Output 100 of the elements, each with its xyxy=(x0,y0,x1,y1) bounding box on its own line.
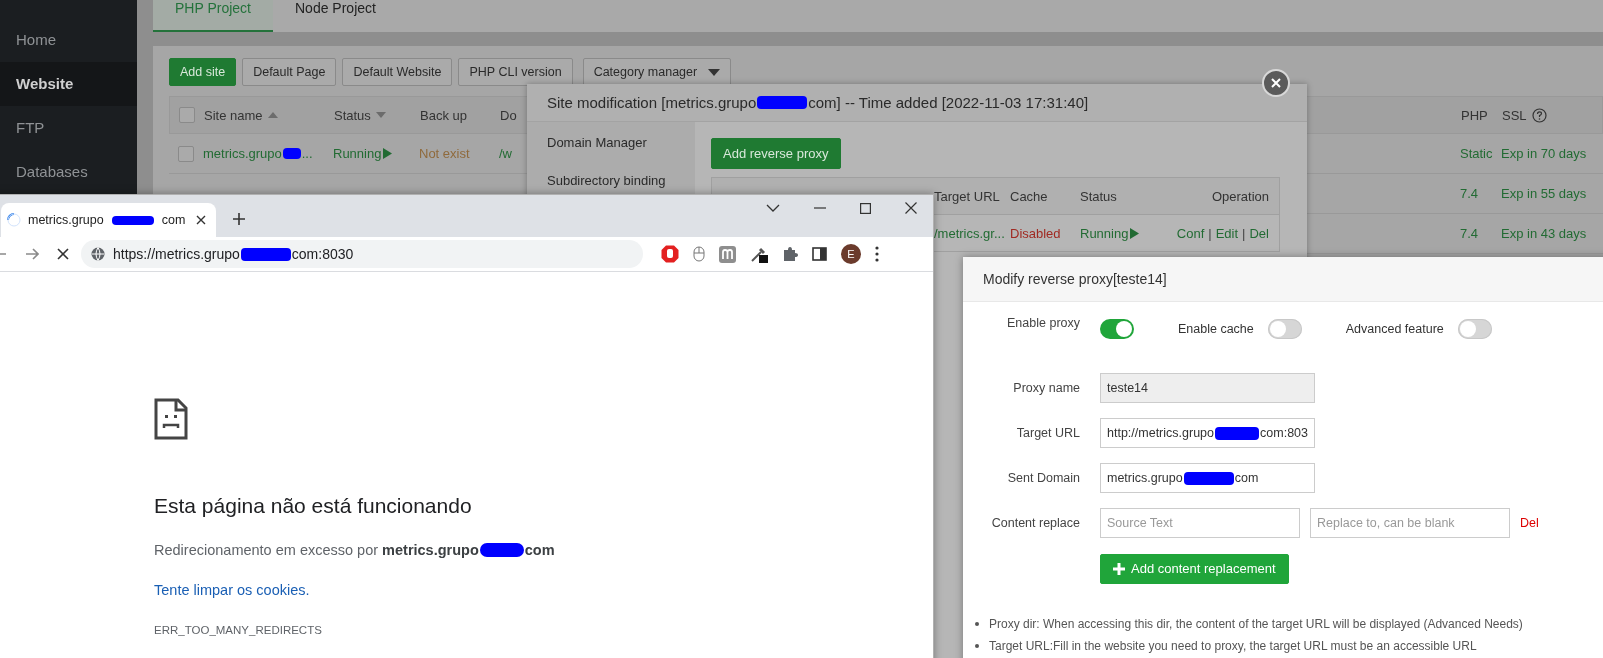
stop-hand-icon xyxy=(661,245,679,263)
column-header: Status xyxy=(1080,188,1117,204)
redaction-mark xyxy=(1183,471,1234,485)
toggle-switch[interactable] xyxy=(1457,319,1492,339)
input-field[interactable]: http://metrics.grupo com:803 xyxy=(1100,418,1315,448)
redaction-mark xyxy=(757,96,808,109)
info-icon xyxy=(91,247,105,261)
close-icon xyxy=(1271,78,1281,88)
help-note: Target URL:Fill in the website you need to proxy, the target URL must be an accessible URL xyxy=(989,639,1477,653)
bullet-icon xyxy=(975,622,979,626)
m-square-icon xyxy=(719,245,736,263)
input-field[interactable]: Source Text xyxy=(1100,508,1300,538)
ssl-link[interactable]: Exp in 70 days xyxy=(1501,146,1587,161)
delete-link[interactable]: Del xyxy=(1520,516,1539,530)
sort-up-icon xyxy=(267,112,278,118)
caret-icon xyxy=(707,68,720,76)
column-header: Back up xyxy=(420,107,467,123)
toggle-label: Enable proxy xyxy=(1006,316,1081,330)
field-label: Target URL xyxy=(1015,426,1081,440)
input-field[interactable]: Replace to, can be blank xyxy=(1310,508,1510,538)
maximize-icon xyxy=(860,202,871,214)
redaction-mark xyxy=(240,247,291,261)
status-link[interactable]: Running xyxy=(1080,225,1140,241)
sort-down-icon xyxy=(375,112,386,118)
cookies-link[interactable]: Tente limpar os cookies. xyxy=(154,582,310,598)
checkbox[interactable] xyxy=(179,107,195,123)
redaction-mark xyxy=(111,215,154,225)
column-header: Site name xyxy=(204,107,263,123)
close-icon xyxy=(196,215,206,225)
sidebar-item[interactable]: Databases xyxy=(0,150,137,194)
url-field[interactable]: https://metrics.grupo com:8030 xyxy=(81,240,643,268)
dialog-title: Modify reverse proxy[teste14] xyxy=(963,257,1603,302)
ssl-link[interactable]: Exp in 55 days xyxy=(1501,186,1587,201)
eyedropper-icon xyxy=(750,245,768,263)
separator: | xyxy=(1242,225,1246,241)
minimize-icon xyxy=(814,207,826,209)
table-cell: Static xyxy=(1460,146,1493,161)
toggle-switch[interactable] xyxy=(1267,319,1302,339)
column-header: Target URL xyxy=(934,188,1000,204)
help-note: Proxy dir: When accessing this dir, the content of the target URL will be displayed (Advanced Needs) xyxy=(989,617,1523,631)
toolbar-button[interactable]: Default Page xyxy=(242,58,337,86)
column-header: Do xyxy=(500,107,517,123)
table-cell: 7.4 xyxy=(1460,186,1479,201)
target-url-link[interactable]: /metrics.gr... xyxy=(934,225,1005,241)
field-label: Proxy name xyxy=(1012,381,1081,395)
puzzle-icon xyxy=(782,246,798,262)
chevron-down-icon xyxy=(766,204,780,212)
column-header: SSL xyxy=(1502,107,1527,123)
cache-status: Disabled xyxy=(1010,225,1061,241)
error-code: ERR_TOO_MANY_REDIRECTS xyxy=(154,624,322,636)
category-dropdown[interactable]: Category manager xyxy=(582,58,731,86)
add-content-replacement-button[interactable]: Add content replacement xyxy=(1100,553,1289,584)
operation-link[interactable]: Conf xyxy=(1176,225,1205,241)
field-label: Sent Domain xyxy=(1006,471,1081,485)
redaction-mark xyxy=(1215,426,1260,440)
side-panel-icon xyxy=(812,247,827,261)
column-header: Cache xyxy=(1010,188,1048,204)
path-link[interactable]: /w xyxy=(499,146,512,161)
mouse-icon xyxy=(693,246,705,262)
close-icon xyxy=(905,202,917,214)
checkbox[interactable] xyxy=(178,145,194,162)
more-menu-icon xyxy=(875,246,879,262)
sidebar-item[interactable]: Website xyxy=(0,62,137,106)
nav-item[interactable]: Domain Manager xyxy=(547,134,647,152)
help-icon xyxy=(1531,107,1547,123)
play-icon xyxy=(383,148,393,159)
error-heading: Esta página não está funcionando xyxy=(154,494,472,518)
play-icon xyxy=(1130,227,1140,239)
avatar[interactable]: E xyxy=(841,244,861,264)
bullet-icon xyxy=(975,644,979,648)
browser-tab[interactable]: metrics.grupo com xyxy=(1,203,216,237)
toggle-switch[interactable] xyxy=(1100,319,1134,339)
redaction-mark xyxy=(282,148,301,159)
operation-link[interactable]: Del xyxy=(1249,225,1269,241)
column-header: Operation xyxy=(1211,188,1269,204)
toolbar-button[interactable]: PHP CLI version xyxy=(458,58,573,86)
sad-page-icon xyxy=(154,398,188,440)
redaction-mark xyxy=(479,543,524,557)
input-field[interactable]: metrics.grupo com xyxy=(1100,463,1315,493)
table-cell: 7.4 xyxy=(1460,226,1479,241)
separator: | xyxy=(1208,225,1212,241)
site-link[interactable]: metrics.grupo ... xyxy=(203,146,313,161)
project-tab[interactable]: Node Project xyxy=(273,0,398,32)
plus-icon xyxy=(232,212,246,226)
status-link[interactable]: Running xyxy=(333,146,393,161)
sidebar-item[interactable]: FTP xyxy=(0,106,137,150)
stop-icon xyxy=(57,248,69,260)
add-reverse-proxy-button[interactable]: Add reverse proxy xyxy=(711,138,841,169)
sidebar-item[interactable]: Home xyxy=(0,18,137,62)
plus-icon xyxy=(1113,562,1125,575)
toolbar-button[interactable]: Add site xyxy=(169,58,237,86)
toggle-label: Advanced feature xyxy=(1345,322,1444,336)
column-header: Status xyxy=(334,107,371,123)
dialog-title-text: Site modification [metrics.grupo xyxy=(547,94,757,111)
toolbar-button[interactable]: Default Website xyxy=(342,58,453,86)
nav-item[interactable]: Subdirectory binding xyxy=(547,172,666,190)
error-message: Redirecionamento em excesso por metrics.grupo xyxy=(154,542,479,558)
ssl-link[interactable]: Exp in 43 days xyxy=(1501,226,1587,241)
operation-link[interactable]: Edit xyxy=(1215,225,1239,241)
dialog-title-text: com] -- Time added [2022-11-03 17:31:40] xyxy=(808,94,1089,111)
